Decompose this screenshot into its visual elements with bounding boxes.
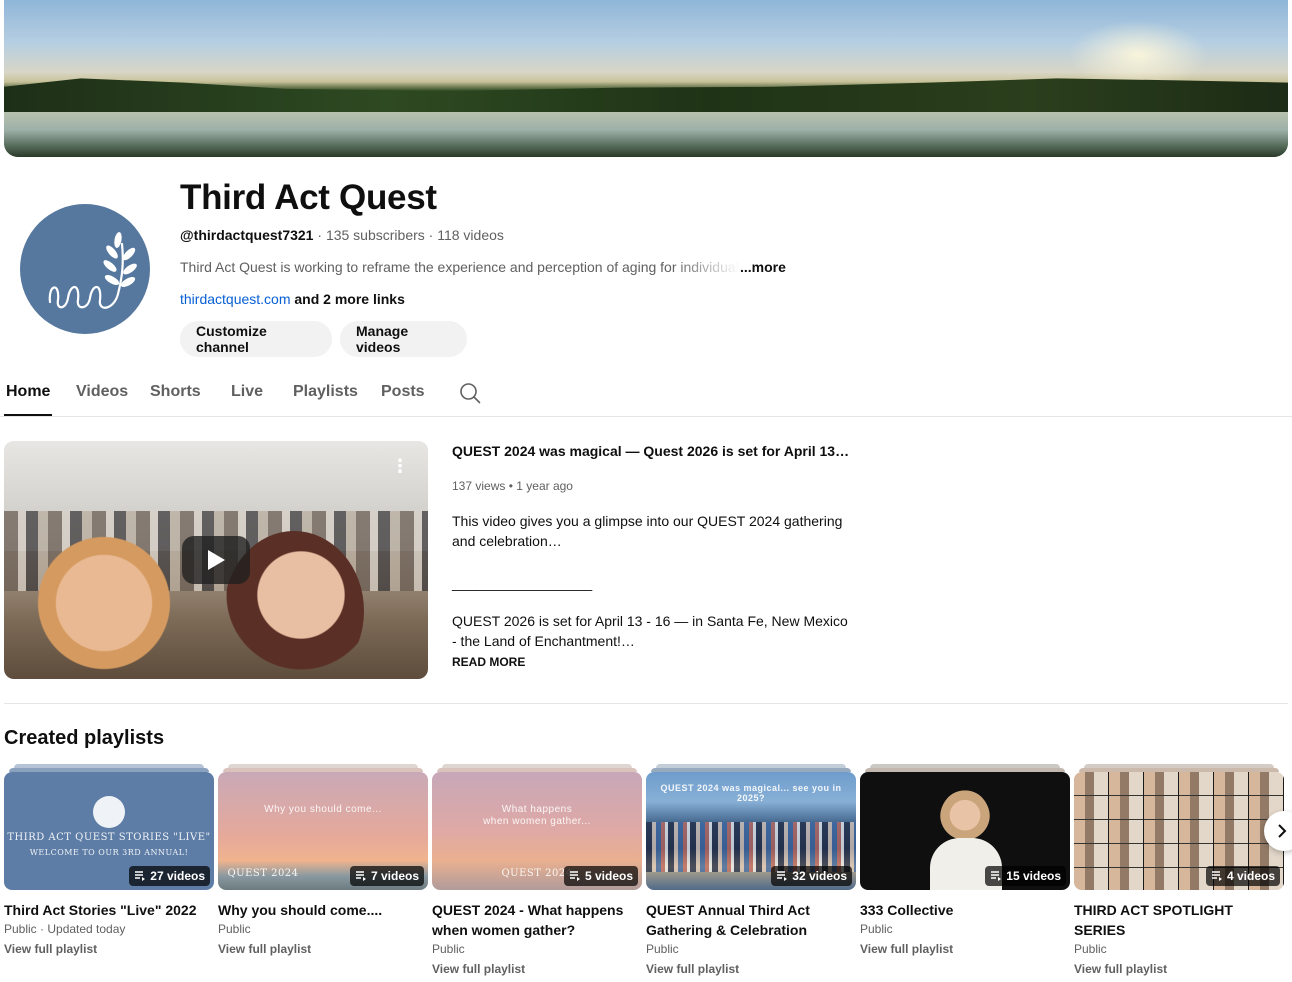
playlist-thumbnail[interactable]: Why you should come... QUEST 2024 7 vide… bbox=[218, 772, 428, 890]
search-icon[interactable] bbox=[458, 381, 482, 405]
tab-live[interactable]: Live bbox=[231, 383, 263, 401]
description-more-link[interactable]: ...more bbox=[740, 259, 786, 275]
upload-age: 1 year ago bbox=[516, 479, 573, 493]
subscriber-count: 135 subscribers bbox=[325, 227, 425, 243]
playlist-thumbnail[interactable]: THIRD ACT QUEST STORIES "LIVE" WELCOME T… bbox=[4, 772, 214, 890]
playlist-icon bbox=[135, 871, 146, 881]
view-full-playlist-link[interactable]: View full playlist bbox=[4, 942, 97, 956]
section-divider bbox=[4, 703, 1288, 704]
playlist-icon bbox=[1211, 871, 1222, 881]
video-count-badge: 27 videos bbox=[129, 866, 210, 886]
channel-title: Third Act Quest bbox=[180, 178, 437, 217]
featured-description-divider: __________________ bbox=[452, 575, 593, 591]
view-full-playlist-link[interactable]: View full playlist bbox=[1074, 962, 1167, 976]
playlist-title[interactable]: QUEST Annual Third Act Gathering & Celeb… bbox=[646, 900, 856, 940]
view-count: 137 views bbox=[452, 479, 506, 493]
manage-videos-button[interactable]: Manage videos bbox=[340, 321, 467, 357]
chevron-right-icon bbox=[1278, 824, 1287, 838]
playlist-icon bbox=[569, 871, 580, 881]
playlist-title[interactable]: 333 Collective bbox=[860, 900, 1070, 920]
video-count-badge: 15 videos bbox=[985, 866, 1066, 886]
playlist-title[interactable]: Why you should come.... bbox=[218, 900, 428, 920]
playlist-status: Public bbox=[1074, 942, 1107, 956]
tab-shorts[interactable]: Shorts bbox=[150, 383, 201, 401]
playlist-status: Public · Updated today bbox=[4, 922, 126, 936]
featured-video-thumbnail[interactable]: ⋮ bbox=[4, 441, 428, 679]
description-text: Third Act Quest is working to reframe th… bbox=[180, 259, 740, 275]
playlist-icon bbox=[355, 871, 366, 881]
playlist-status: Public bbox=[860, 922, 893, 936]
featured-description-2: QUEST 2026 is set for April 13 - 16 — in… bbox=[452, 613, 848, 649]
video-count-badge: 32 videos bbox=[771, 866, 852, 886]
channel-description[interactable]: Third Act Quest is working to reframe th… bbox=[180, 259, 786, 275]
playlist-thumbnail[interactable]: What happens when women gather... QUEST … bbox=[432, 772, 642, 890]
featured-video-title[interactable]: QUEST 2024 was magical — Quest 2026 is s… bbox=[452, 443, 852, 459]
playlist-title[interactable]: Third Act Stories "Live" 2022 bbox=[4, 900, 214, 920]
playlist-status: Public bbox=[432, 942, 465, 956]
channel-tabs: Home Videos Shorts Live Playlists Posts bbox=[0, 372, 1292, 417]
view-full-playlist-link[interactable]: View full playlist bbox=[860, 942, 953, 956]
tab-posts[interactable]: Posts bbox=[381, 383, 425, 401]
read-more-link[interactable]: READ MORE bbox=[452, 655, 525, 669]
active-tab-indicator bbox=[4, 414, 52, 416]
olive-branch-logo-icon bbox=[48, 232, 137, 309]
playlist-icon bbox=[991, 871, 1002, 881]
more-links-link[interactable]: and 2 more links bbox=[294, 291, 404, 307]
channel-handle: @thirdactquest7321 bbox=[180, 227, 314, 243]
channel-banner bbox=[4, 0, 1288, 157]
customize-channel-button[interactable]: Customize channel bbox=[180, 321, 332, 357]
tab-videos[interactable]: Videos bbox=[76, 383, 128, 401]
channel-links: thirdactquest.com and 2 more links bbox=[180, 291, 405, 307]
website-link[interactable]: thirdactquest.com bbox=[180, 291, 291, 307]
playlist-title[interactable]: QUEST 2024 - What happens when women gat… bbox=[432, 900, 642, 940]
playlist-thumbnail[interactable]: QUEST 2024 was magical... see you in 202… bbox=[646, 772, 856, 890]
created-playlists-heading: Created playlists bbox=[4, 727, 165, 749]
featured-video-meta: 137 views • 1 year ago bbox=[452, 479, 573, 493]
tab-home[interactable]: Home bbox=[6, 383, 50, 401]
tab-playlists[interactable]: Playlists bbox=[293, 383, 358, 401]
view-full-playlist-link[interactable]: View full playlist bbox=[218, 942, 311, 956]
channel-meta: @thirdactquest7321 · 135 subscribers · 1… bbox=[180, 227, 504, 243]
meta-separator: · bbox=[317, 227, 323, 243]
video-count-badge: 7 videos bbox=[349, 866, 424, 886]
video-count: 118 videos bbox=[437, 227, 504, 243]
video-count-badge: 5 videos bbox=[563, 866, 638, 886]
playlist-status: Public bbox=[218, 922, 251, 936]
view-full-playlist-link[interactable]: View full playlist bbox=[646, 962, 739, 976]
playlist-status: Public bbox=[646, 942, 679, 956]
play-icon bbox=[208, 550, 225, 570]
channel-avatar[interactable] bbox=[20, 204, 150, 334]
playlist-title[interactable]: THIRD ACT SPOTLIGHT SERIES bbox=[1074, 900, 1284, 940]
video-count-badge: 4 videos bbox=[1205, 866, 1280, 886]
kebab-menu-icon[interactable]: ⋮ bbox=[391, 456, 409, 476]
featured-description-1: This video gives you a glimpse into our … bbox=[452, 513, 843, 549]
playlist-thumbnail[interactable]: 4 videos bbox=[1074, 772, 1284, 890]
playlist-icon bbox=[777, 871, 788, 881]
view-full-playlist-link[interactable]: View full playlist bbox=[432, 962, 525, 976]
play-button[interactable] bbox=[182, 536, 250, 584]
playlist-thumbnail[interactable]: 15 videos bbox=[860, 772, 1070, 890]
meta-separator: · bbox=[428, 227, 434, 243]
